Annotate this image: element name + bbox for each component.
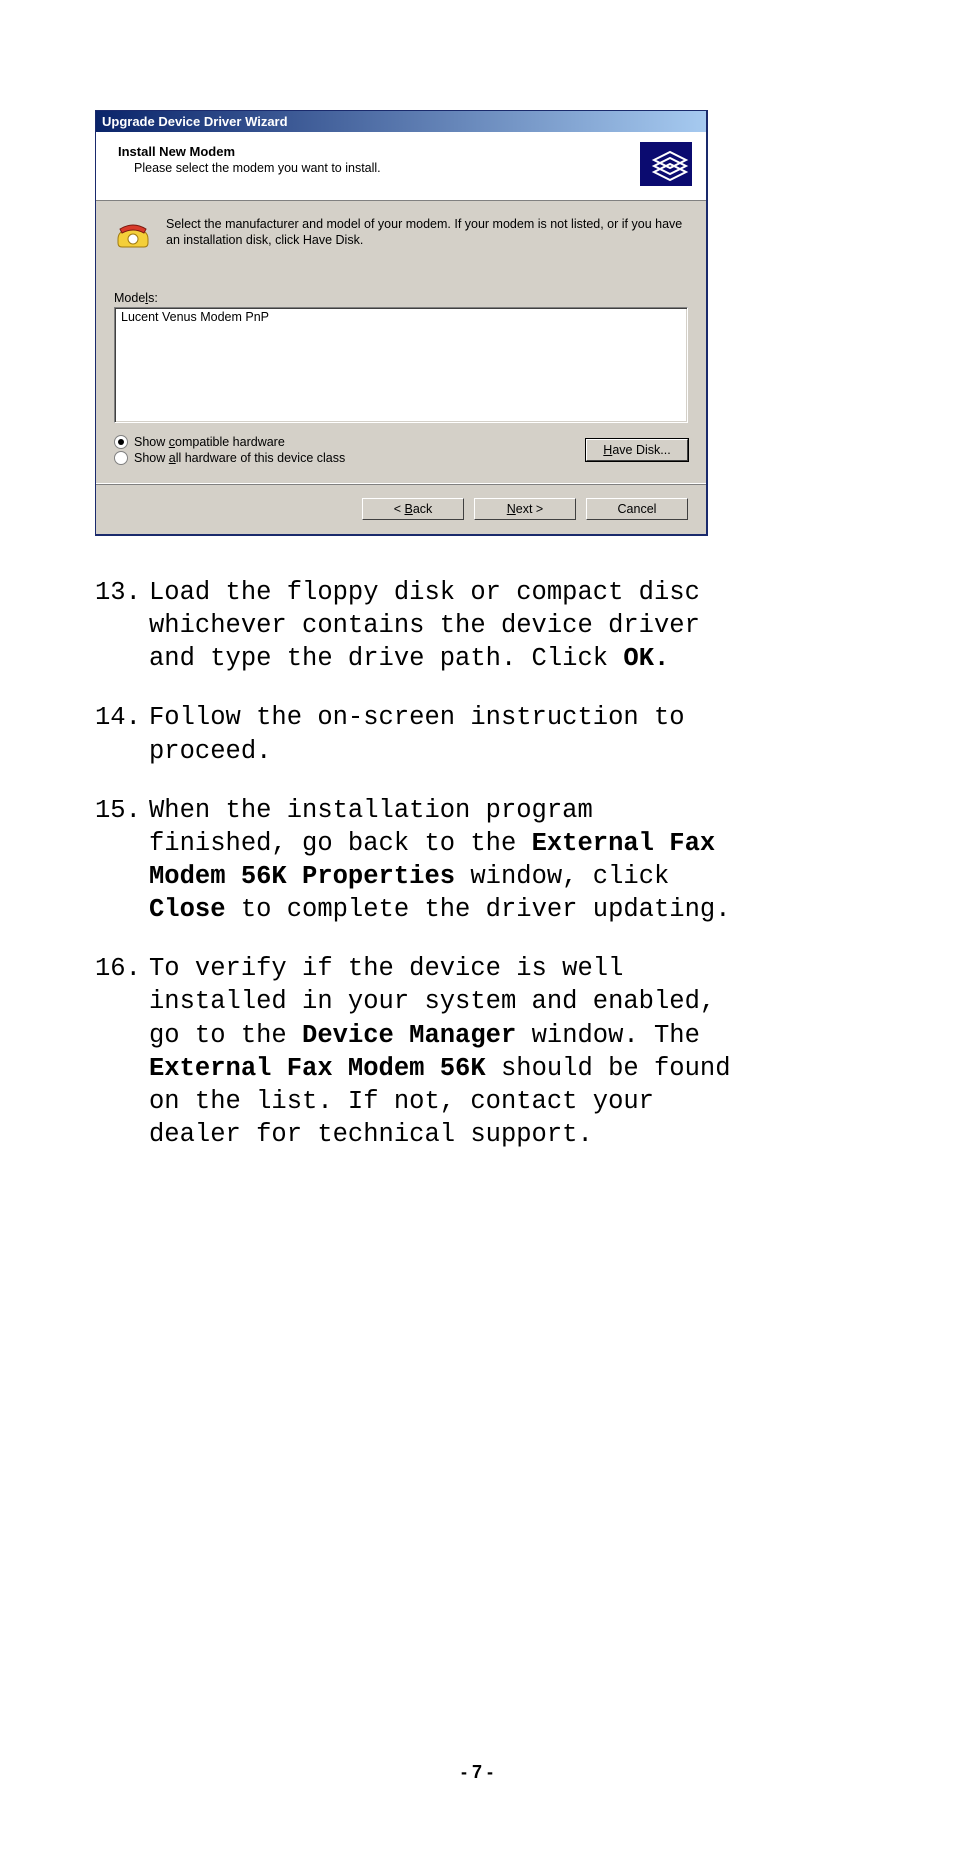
radio-icon <box>114 451 128 465</box>
radio-compatible-hardware[interactable]: Show compatible hardware <box>114 435 345 449</box>
instruction-number: 14. <box>95 701 149 767</box>
wizard-header-subtitle: Please select the modem you want to inst… <box>118 159 381 175</box>
radio-label: Show compatible hardware <box>134 435 285 449</box>
modem-rack-icon <box>640 142 692 186</box>
instruction-item: 16.To verify if the device is well insta… <box>95 952 735 1151</box>
instruction-number: 16. <box>95 952 149 1151</box>
radio-all-hardware[interactable]: Show all hardware of this device class <box>114 451 345 465</box>
wizard-body-instruction-row: Select the manufacturer and model of you… <box>114 217 688 251</box>
hardware-radio-group: Show compatible hardware Show all hardwa… <box>114 433 345 467</box>
instruction-text: To verify if the device is well installe… <box>149 952 735 1151</box>
instruction-text: Load the floppy disk or compact disc whi… <box>149 576 735 675</box>
wizard-body: Select the manufacturer and model of you… <box>96 201 706 483</box>
back-button[interactable]: < Back <box>362 498 464 520</box>
button-label: < Back <box>394 502 433 516</box>
wizard-header-text: Install New Modem Please select the mode… <box>118 142 381 175</box>
window-titlebar: Upgrade Device Driver Wizard <box>96 111 706 132</box>
instruction-list: 13.Load the floppy disk or compact disc … <box>95 576 735 1151</box>
instruction-number: 15. <box>95 794 149 927</box>
button-label: Cancel <box>618 502 657 516</box>
phone-icon <box>114 217 152 251</box>
instruction-item: 13.Load the floppy disk or compact disc … <box>95 576 735 675</box>
button-label: Next > <box>507 502 543 516</box>
page-number: - 7 - <box>0 1762 954 1783</box>
wizard-window: Upgrade Device Driver Wizard Install New… <box>95 110 708 536</box>
instruction-text: Follow the on-screen instruction to proc… <box>149 701 735 767</box>
cancel-button[interactable]: Cancel <box>586 498 688 520</box>
models-listbox[interactable]: Lucent Venus Modem PnP <box>114 307 688 423</box>
have-disk-button[interactable]: Have Disk... <box>586 439 688 461</box>
list-item[interactable]: Lucent Venus Modem PnP <box>121 310 681 324</box>
button-label: Have Disk... <box>603 443 670 457</box>
wizard-instruction-text: Select the manufacturer and model of you… <box>166 217 688 251</box>
models-label-text: Models: <box>114 291 158 305</box>
radio-and-have-disk-row: Show compatible hardware Show all hardwa… <box>114 433 688 467</box>
wizard-header-title: Install New Modem <box>118 144 381 159</box>
window-title-text: Upgrade Device Driver Wizard <box>102 114 288 129</box>
instruction-text: When the installation program finished, … <box>149 794 735 927</box>
next-button[interactable]: Next > <box>474 498 576 520</box>
wizard-footer: < Back Next > Cancel <box>96 483 706 534</box>
radio-label: Show all hardware of this device class <box>134 451 345 465</box>
document-page: Upgrade Device Driver Wizard Install New… <box>0 0 954 1853</box>
instruction-number: 13. <box>95 576 149 675</box>
wizard-header: Install New Modem Please select the mode… <box>96 132 706 201</box>
instruction-item: 15.When the installation program finishe… <box>95 794 735 927</box>
models-label: Models: <box>114 291 688 305</box>
radio-icon <box>114 435 128 449</box>
instruction-item: 14.Follow the on-screen instruction to p… <box>95 701 735 767</box>
